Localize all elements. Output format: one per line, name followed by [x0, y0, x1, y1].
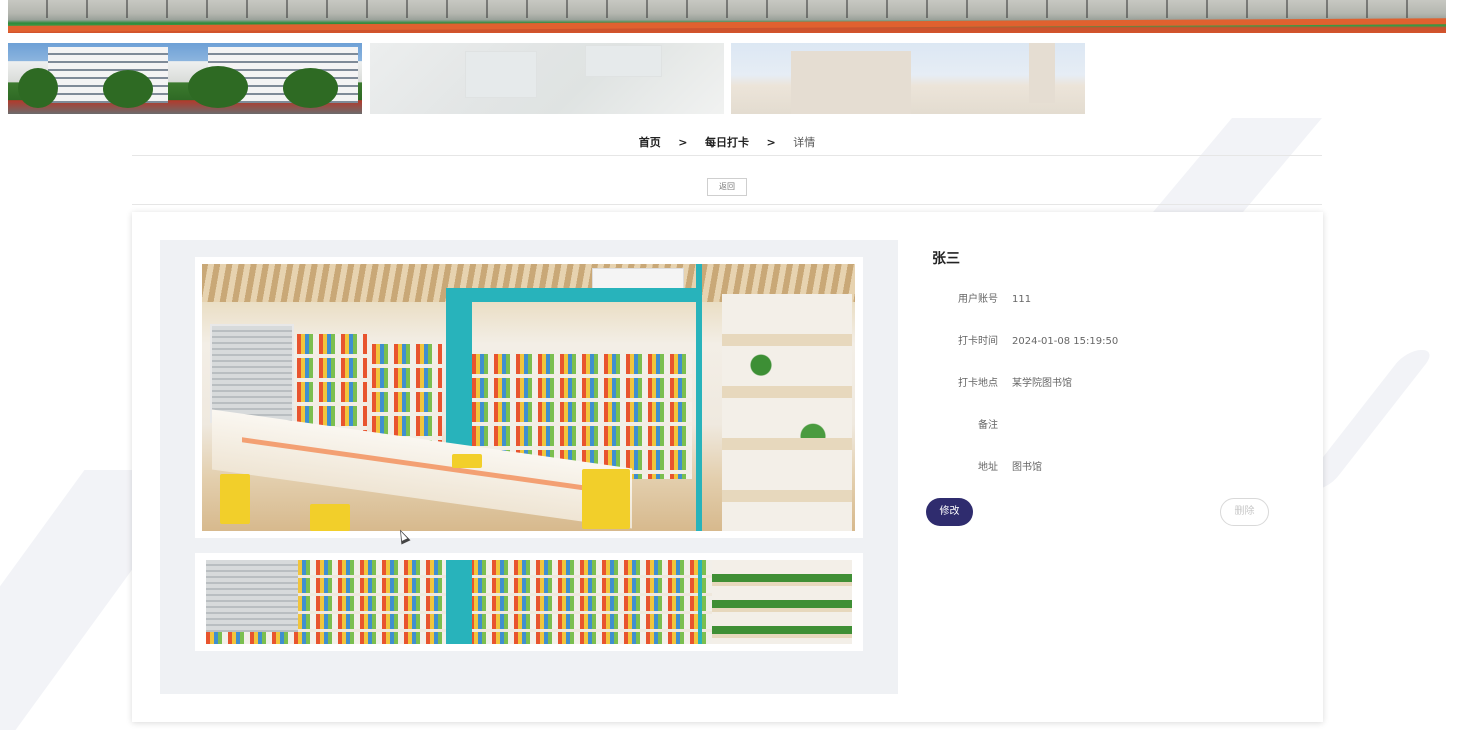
photo-teal-pillar: [696, 264, 702, 531]
thumbnail-plant-shelf: [712, 560, 852, 644]
divider: [132, 155, 1322, 156]
edit-button[interactable]: 修改: [926, 498, 973, 526]
banner-fence: [8, 0, 1446, 18]
image-gallery: [160, 240, 898, 694]
breadcrumb-detail: 详情: [793, 136, 816, 149]
divider: [132, 204, 1322, 205]
field-checkin-location: 打卡地点 某学院图书馆: [932, 376, 1272, 392]
photo-chair: [220, 474, 250, 524]
classroom-window: [465, 51, 537, 98]
photo-thumbnail[interactable]: [206, 560, 852, 644]
photo-air-conditioner: [592, 268, 684, 290]
photo-chair: [582, 469, 630, 529]
photo-window: [210, 324, 294, 423]
field-label: 打卡地点: [958, 378, 998, 389]
field-checkin-time: 打卡时间 2024-01-08 15:19:50: [932, 334, 1272, 350]
campus-tree: [283, 68, 338, 108]
delete-button[interactable]: 删除: [1220, 498, 1269, 526]
back-button[interactable]: 返回: [707, 178, 747, 196]
library-photo: [202, 264, 855, 531]
field-label: 打卡时间: [958, 336, 998, 347]
breadcrumb-separator: >: [766, 136, 776, 149]
photo-chair: [310, 504, 350, 531]
main-photo[interactable]: [195, 257, 863, 538]
breadcrumb-separator: >: [678, 136, 688, 149]
banner-track: [8, 18, 1446, 32]
field-value: 某学院图书馆: [1012, 378, 1072, 389]
carousel-thumbnail-classroom[interactable]: [370, 43, 724, 114]
photo-chair: [452, 454, 482, 468]
breadcrumb-daily-checkin[interactable]: 每日打卡: [705, 132, 749, 154]
field-value: 111: [1012, 294, 1032, 305]
field-address: 地址 图书馆: [932, 460, 1272, 476]
photo-plant-shelf: [722, 294, 852, 531]
photo-teal-beam: [446, 288, 696, 302]
carousel-thumbnail-building[interactable]: [731, 43, 1085, 114]
field-label: 用户账号: [958, 294, 998, 305]
detail-card: 张三 用户账号 111 打卡时间 2024-01-08 15:19:50 打卡地…: [132, 212, 1323, 722]
campus-tree: [188, 66, 248, 108]
field-account: 用户账号 111: [932, 292, 1272, 308]
campus-tree: [18, 68, 58, 108]
field-value: 图书馆: [1012, 462, 1042, 473]
field-value: 2024-01-08 15:19:50: [1012, 336, 1119, 347]
thumbnail-window: [206, 560, 298, 632]
field-remark: 备注: [932, 418, 1272, 434]
field-label: 备注: [978, 420, 998, 431]
breadcrumb: 首页 > 每日打卡 > 详情: [132, 132, 1322, 154]
breadcrumb-home[interactable]: 首页: [639, 132, 661, 154]
photo-bookshelf: [372, 344, 442, 444]
building-shape: [791, 51, 911, 114]
user-name: 张三: [932, 251, 960, 267]
field-label: 地址: [978, 462, 998, 473]
campus-tree: [103, 70, 153, 108]
building-shape: [1029, 43, 1055, 103]
header-banner-image: [8, 0, 1446, 33]
photo-thumbnail-strip[interactable]: [195, 553, 863, 651]
classroom-window: [585, 45, 662, 77]
carousel-thumbnail-campus[interactable]: [8, 43, 362, 114]
